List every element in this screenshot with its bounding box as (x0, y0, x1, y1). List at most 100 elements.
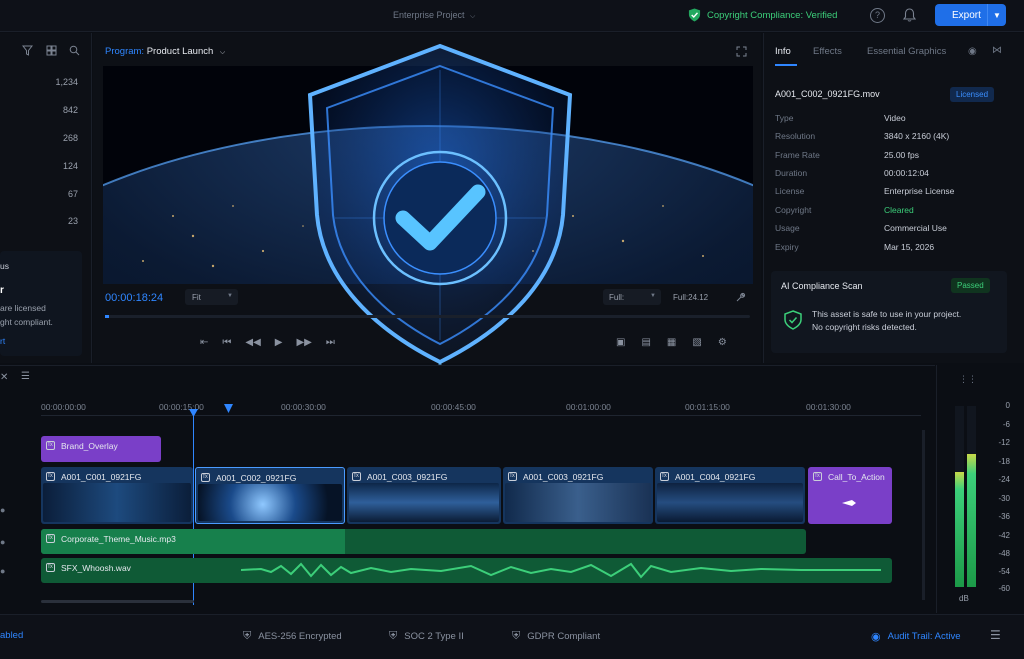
encryption-status: ⛨ AES-256 Encrypted (243, 630, 342, 643)
chevron-down-icon: ⌵ (470, 13, 476, 20)
audit-status[interactable]: ◉ Audit Trail: Active (871, 630, 960, 643)
vertical-scrollbar[interactable] (922, 430, 925, 600)
scrub-progress (105, 315, 109, 318)
clip-label: Corporate_Theme_Music.mp3 (61, 534, 176, 544)
search-icon[interactable] (69, 45, 80, 56)
compliance-status[interactable]: Copyright Compliance: Verified (688, 8, 837, 22)
shield-check-icon (784, 310, 802, 330)
menu-icon[interactable]: ☰ (21, 371, 30, 382)
mic-icon[interactable]: ● (0, 537, 5, 547)
meter-settings-icon[interactable]: ⋮⋮ (959, 374, 977, 385)
clip-label: Call_To_Action (828, 472, 885, 482)
project-selector[interactable]: Enterprise Project ⌵ (393, 10, 475, 21)
marker-icon[interactable] (224, 404, 233, 414)
db-unit: dB (959, 594, 969, 603)
fx-icon: fx (813, 472, 822, 481)
db-tick: -24 (998, 475, 1010, 484)
fit-select[interactable]: Fit ▼ (185, 289, 238, 305)
audio-meters-panel (936, 365, 1024, 613)
timeline-scrollbar[interactable] (41, 600, 194, 603)
fx-icon: fx (46, 534, 55, 543)
playhead-handle[interactable] (189, 409, 198, 418)
meta-key: Type (775, 113, 794, 123)
video-clip[interactable]: fx A001_C003_0921FG (347, 467, 501, 524)
clip-thumbnail (198, 484, 342, 521)
video-clip-cta[interactable]: fx Call_To_Action (808, 467, 892, 524)
grid-view-icon[interactable] (46, 45, 57, 56)
meta-value: 25.00 fps (884, 150, 919, 160)
settings-icon[interactable]: ⚙ (718, 337, 727, 348)
meta-key: Expiry (775, 242, 799, 252)
play-icon[interactable]: ▶ (275, 337, 283, 348)
clip-label: A001_C003_0921FG (367, 472, 448, 482)
tab-info[interactable]: Info (775, 46, 791, 57)
promo-title: us (0, 261, 9, 271)
step-back-icon[interactable]: ⏮ (222, 337, 231, 348)
quality-value: Full: (609, 293, 625, 302)
menu-icon[interactable]: ☰ (990, 628, 1001, 642)
status-left[interactable]: abled (0, 630, 23, 641)
encryption-label: AES-256 Encrypted (258, 631, 342, 642)
scrub-bar[interactable] (105, 315, 750, 318)
filter-icon[interactable] (22, 45, 33, 56)
mark-in-icon[interactable]: ⇤ (200, 337, 208, 348)
chevron-down-icon[interactable]: ▼ (988, 11, 1006, 20)
help-icon[interactable]: ? (870, 8, 885, 23)
meta-value: 3840 x 2160 (4K) (884, 131, 950, 141)
fullscreen-icon[interactable] (736, 46, 747, 57)
bell-icon[interactable] (903, 8, 916, 22)
promo-heading: r (0, 285, 4, 296)
collapse-icon[interactable]: ⋈ (992, 45, 1002, 56)
meta-value: 00:00:12:04 (884, 168, 929, 178)
camera-icon[interactable]: ▣ (616, 337, 625, 348)
promo-text: ght compliant. (0, 317, 53, 327)
bin-count: 268 (62, 133, 78, 143)
audio-clip[interactable]: fx Corporate_Theme_Music.mp3 (41, 529, 806, 554)
bin-count: 23 (67, 216, 78, 226)
rewind-icon[interactable]: ◀◀ (245, 337, 260, 348)
fx-icon: fx (46, 441, 55, 450)
chevron-down-icon: ▼ (227, 293, 233, 299)
video-clip[interactable]: fx A001_C004_0921FG (655, 467, 805, 524)
export-button[interactable]: Export ▼ (935, 4, 1006, 26)
shield-icon: ⛨ (243, 630, 252, 642)
meta-key: Frame Rate (775, 150, 820, 160)
meta-value: Mar 15, 2026 (884, 242, 935, 252)
clip-label: Brand_Overlay (61, 441, 118, 451)
meter-left (955, 406, 964, 587)
video-clip[interactable]: fx A001_C003_0921FG (503, 467, 653, 524)
mic-icon[interactable]: ● (0, 505, 5, 515)
fx-icon: fx (508, 472, 517, 481)
clip-thumbnail (657, 483, 803, 522)
video-clip[interactable]: fx A001_C001_0921FG (41, 467, 193, 524)
pin-icon[interactable]: ◉ (968, 46, 977, 57)
meta-key: Copyright (775, 205, 812, 215)
fx-icon: fx (660, 472, 669, 481)
wrench-icon[interactable] (735, 292, 746, 303)
fx-icon: fx (46, 563, 55, 572)
sfx-clip[interactable]: fx SFX_Whoosh.wav (41, 558, 892, 583)
tab-effects[interactable]: Effects (813, 46, 842, 57)
playback-quality-select[interactable]: Full: ▼ (603, 289, 661, 305)
ruler-line (41, 415, 921, 416)
program-selector[interactable]: Program: Product Launch ⌵ (105, 46, 225, 57)
video-clip-selected[interactable]: fx A001_C002_0921FG (195, 467, 345, 524)
insert-icon[interactable]: ▧ (692, 337, 701, 348)
mic-icon[interactable]: ● (0, 566, 5, 576)
tab-essential-graphics[interactable]: Essential Graphics (867, 46, 946, 57)
audit-label: Audit Trail: Active (887, 631, 961, 642)
step-forward-icon[interactable]: ⏭ (326, 337, 335, 348)
overlay-icon[interactable]: ▦ (667, 337, 676, 348)
fx-icon: fx (352, 472, 361, 481)
ruler-timecode: 00:00:30:00 (281, 402, 326, 412)
fast-forward-icon[interactable]: ▶▶ (296, 337, 311, 348)
promo-link[interactable]: rt (0, 336, 5, 346)
db-tick: -18 (998, 457, 1010, 466)
bin-count-list: 1,234 842 268 124 67 23 (0, 72, 92, 242)
export-frame-icon[interactable]: ▤ (641, 337, 650, 348)
close-icon[interactable]: ✕ (0, 372, 8, 383)
scan-title: AI Compliance Scan (781, 281, 863, 291)
meta-key: Resolution (775, 131, 816, 141)
overlay-clip[interactable]: fx Brand_Overlay (41, 436, 161, 462)
db-tick: -42 (998, 531, 1010, 540)
